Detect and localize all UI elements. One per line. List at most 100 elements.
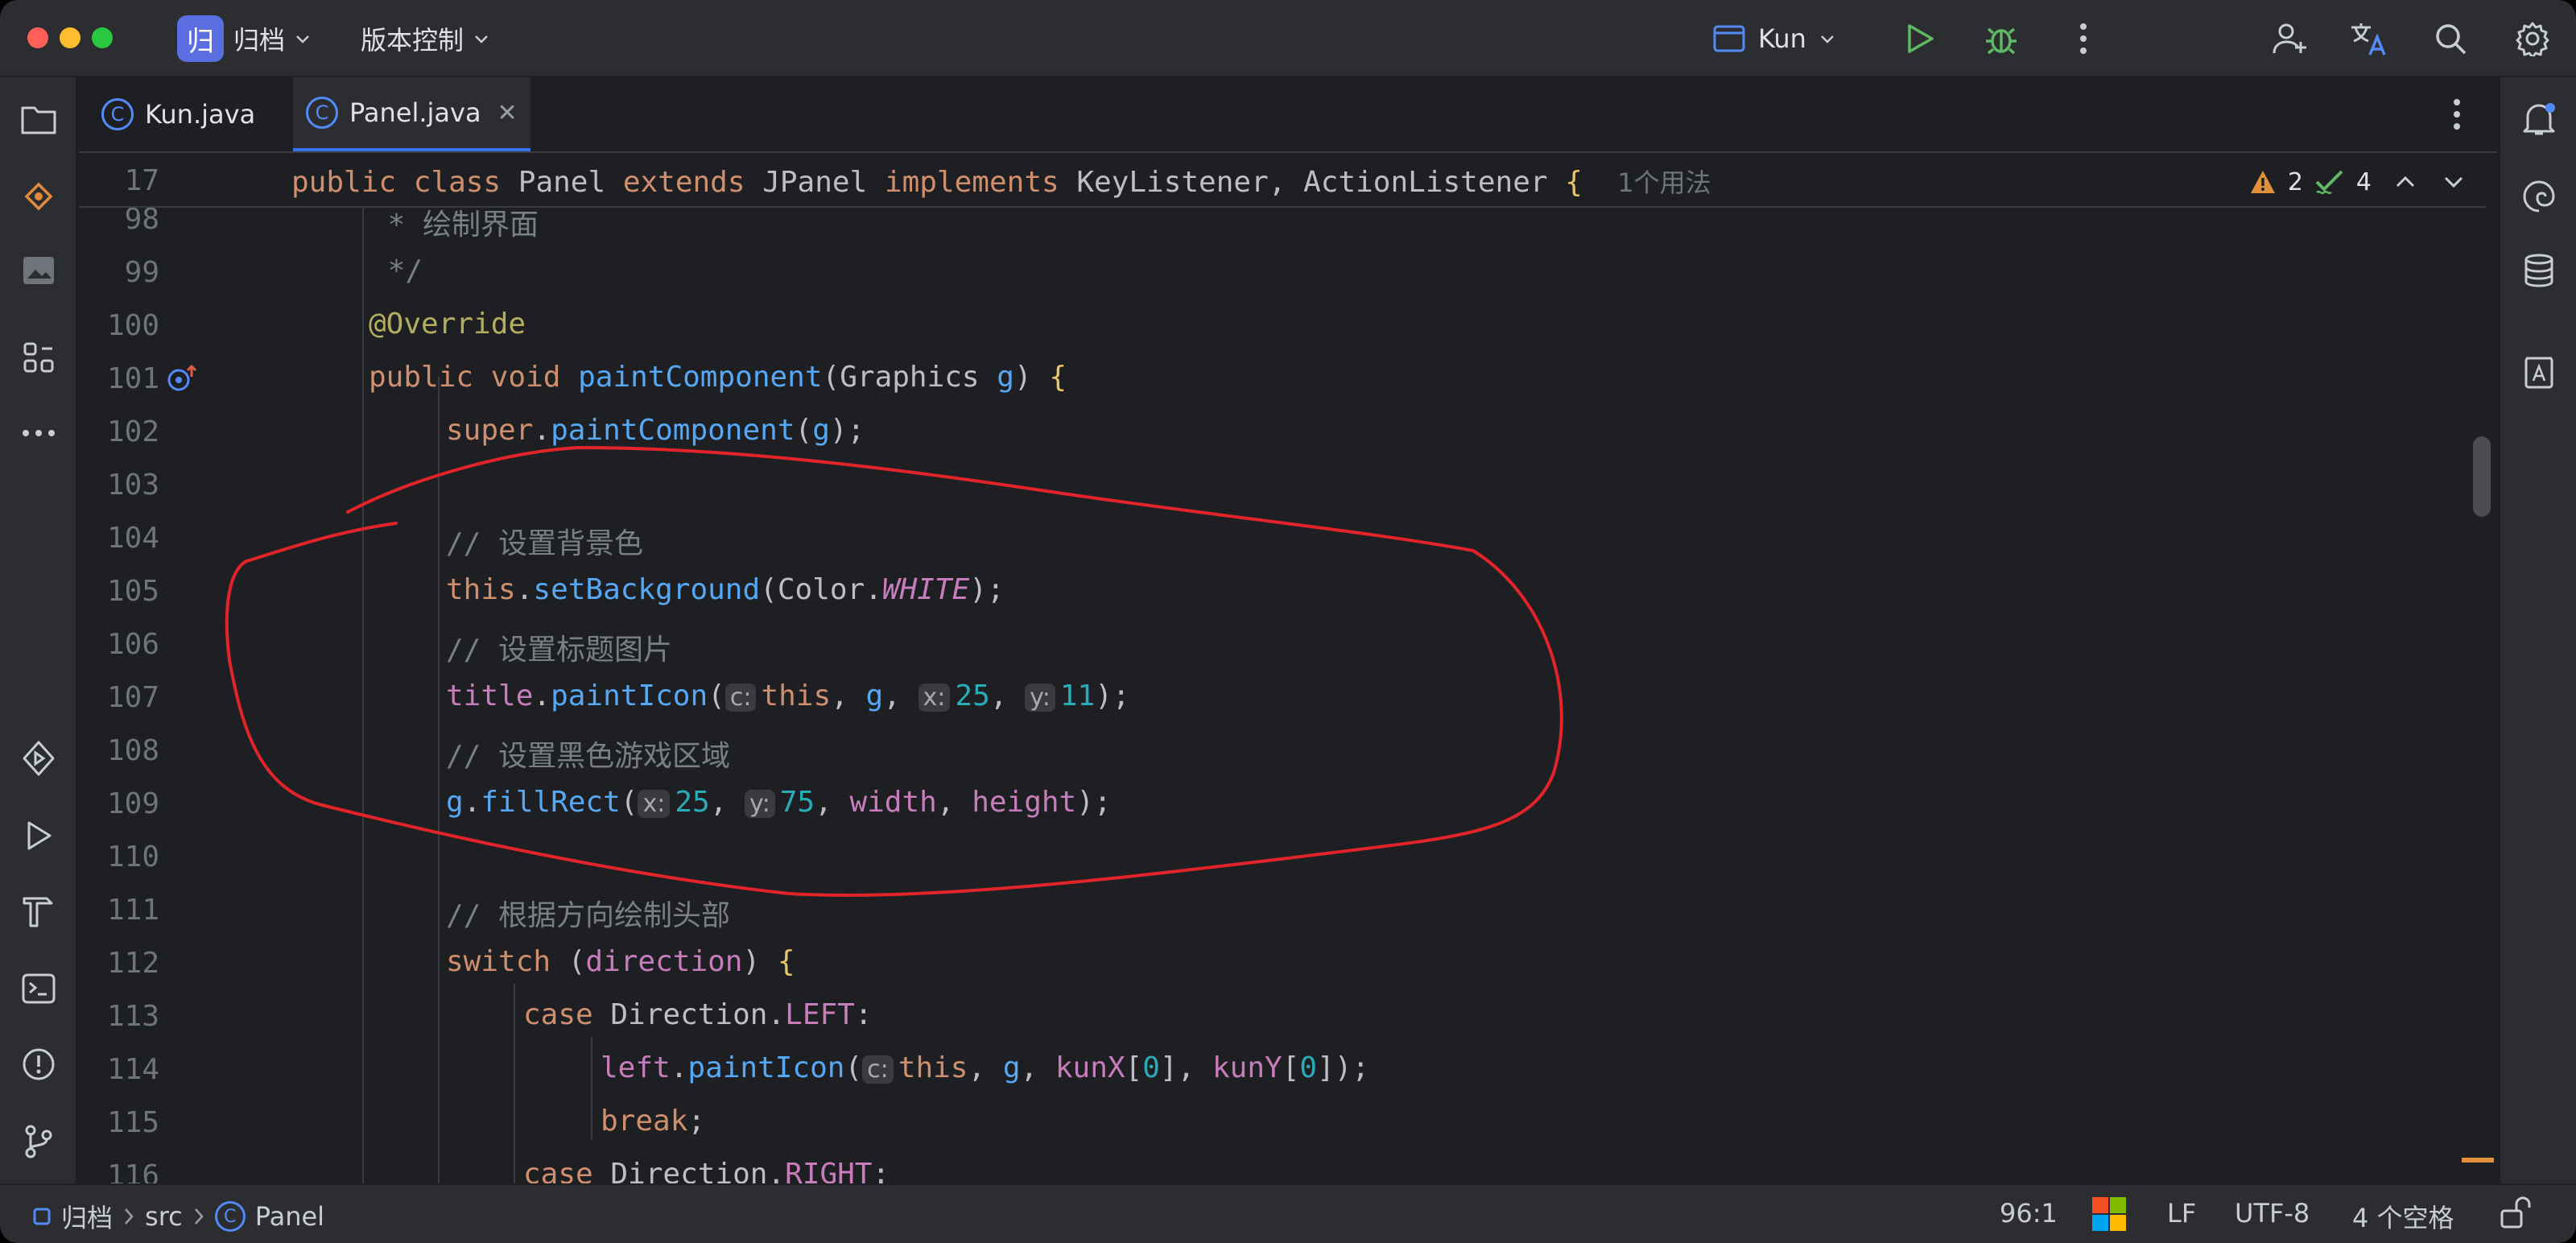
notifications-button[interactable]	[2518, 98, 2560, 140]
line-number: 101	[106, 362, 159, 395]
ide-window: 归 归档 版本控制 Kun C Kun.java C Panel.java ✕ …	[0, 0, 2576, 1243]
module-icon	[33, 1208, 51, 1225]
usage-hint[interactable]: 1个用法	[1617, 167, 1711, 198]
add-user-icon	[2273, 23, 2306, 54]
code-row: 104 // 设置背景色	[79, 510, 2486, 564]
chevron-up-icon[interactable]	[2394, 174, 2417, 190]
window-close-button[interactable]	[27, 27, 48, 48]
dictionary-tool-button[interactable]	[2518, 351, 2560, 393]
vcs-menu-label: 版本控制	[361, 25, 464, 56]
inspection-widget[interactable]: 2 4	[2249, 163, 2465, 201]
project-tool-button[interactable]	[18, 98, 60, 140]
param-hint: c:	[724, 683, 757, 712]
search-button[interactable]	[2429, 18, 2471, 60]
translate-icon	[2351, 23, 2386, 56]
run-config-label: Kun	[1758, 23, 1806, 54]
bug-icon	[1986, 27, 2017, 55]
image-tool-button[interactable]	[18, 250, 60, 291]
code-row: 102 super.paintComponent(g);	[79, 404, 2486, 457]
tab-panel-java[interactable]: C Panel.java ✕	[293, 77, 530, 151]
vertical-scrollbar[interactable]	[2473, 436, 2491, 517]
warning-icon	[2250, 171, 2275, 193]
code-editor[interactable]: 17 public class Panel extends JPanel imp…	[79, 155, 2497, 1183]
code-comment: // 设置黑色游戏区域	[446, 740, 731, 773]
window-minimize-button[interactable]	[60, 27, 80, 48]
project-menu[interactable]: 归 归档	[169, 15, 319, 62]
code-line-102: super.paintComponent(g);	[446, 414, 865, 447]
scrollbar-warning-marker[interactable]	[2462, 1158, 2494, 1162]
terminal-tool-button[interactable]	[18, 968, 60, 1010]
line-separator[interactable]: LF	[2167, 1198, 2196, 1229]
chevron-down-icon	[1821, 35, 1834, 43]
build-tool-button[interactable]	[18, 890, 60, 932]
code-line-101: public void paintComponent(Graphics g) {	[369, 361, 1067, 394]
line-number: 110	[106, 840, 159, 873]
run-tool-button[interactable]	[18, 815, 60, 857]
services-tool-button[interactable]	[18, 737, 60, 779]
unlock-icon	[2500, 1196, 2531, 1229]
code-comment: // 设置背景色	[446, 527, 644, 560]
vcs-menu[interactable]: 版本控制	[353, 16, 497, 61]
line-number: 106	[106, 628, 159, 661]
read-only-toggle[interactable]	[2499, 1195, 2533, 1230]
code-row: 109 g.fillRect(x: 25, y: 75, width, height…	[79, 776, 2486, 829]
commit-tool-button[interactable]	[18, 176, 60, 217]
tab-label: Kun.java	[145, 99, 256, 130]
code-line-109: g.fillRect(x: 25, y: 75, width, height);	[446, 786, 1112, 819]
ai-spiral-icon	[2523, 180, 2555, 213]
code-row: 107 title.paintIcon(c: this, g, x: 25, y: 1…	[79, 670, 2486, 723]
override-method-icon[interactable]	[166, 364, 200, 393]
indent-setting[interactable]: 4 个空格	[2352, 1198, 2454, 1235]
git-branch-icon	[25, 1125, 52, 1158]
services-icon	[23, 741, 55, 776]
run-button[interactable]	[1898, 18, 1940, 60]
windows-icon[interactable]	[2091, 1196, 2127, 1232]
sticky-scroll-header[interactable]: 17 public class Panel extends JPanel imp…	[79, 155, 2486, 208]
param-hint: y:	[1025, 683, 1055, 712]
breadcrumb-project[interactable]: 归档	[61, 1198, 113, 1235]
structure-tool-button[interactable]	[18, 337, 60, 378]
database-tool-button[interactable]	[2518, 250, 2560, 291]
ai-assistant-button[interactable]	[2518, 176, 2560, 217]
line-number: 102	[106, 415, 159, 448]
code-row: 100 @Override	[79, 298, 2486, 351]
editor-tab-bar: C Kun.java C Panel.java ✕	[79, 77, 2497, 153]
warning-count: 2	[2287, 167, 2303, 196]
close-icon[interactable]: ✕	[497, 99, 518, 127]
book-icon	[2524, 357, 2553, 389]
line-number: 105	[106, 575, 159, 608]
title-bar: 归 归档 版本控制 Kun	[0, 0, 2576, 77]
chevron-right-icon	[125, 1208, 134, 1224]
debug-button[interactable]	[1980, 18, 2022, 60]
code-annotation: @Override	[369, 308, 526, 341]
problems-tool-button[interactable]	[18, 1043, 60, 1085]
add-user-button[interactable]	[2268, 18, 2310, 60]
breadcrumb-class[interactable]: Panel	[255, 1201, 324, 1232]
code-line-115: break;	[601, 1105, 706, 1138]
line-number: 116	[106, 1159, 159, 1183]
file-encoding[interactable]: UTF-8	[2235, 1198, 2310, 1229]
more-tools-button[interactable]	[18, 412, 60, 454]
settings-button[interactable]	[2512, 18, 2553, 60]
chevron-down-icon[interactable]	[2442, 174, 2465, 190]
line-number: 115	[106, 1106, 159, 1139]
code-comment: */	[370, 254, 423, 287]
code-row: 105 this.setBackground(Color.WHITE);	[79, 564, 2486, 617]
code-line-113: case Direction.LEFT:	[523, 998, 873, 1031]
run-config-selector[interactable]: Kun	[1713, 16, 1835, 61]
right-tool-strip	[2499, 77, 2576, 1183]
window-maximize-button[interactable]	[92, 27, 113, 48]
more-actions-button[interactable]	[2062, 18, 2104, 60]
line-number: 17	[124, 164, 159, 197]
param-hint: x:	[638, 790, 671, 818]
tab-kun-java[interactable]: C Kun.java	[89, 77, 268, 151]
git-tool-button[interactable]	[18, 1121, 60, 1162]
breadcrumb-src[interactable]: src	[145, 1201, 183, 1232]
translate-button[interactable]	[2347, 18, 2389, 60]
caret-position[interactable]: 96:1	[2000, 1198, 2058, 1229]
code-line-114: left.paintIcon(c: this, g, kunX[0], kunY[…	[601, 1051, 1370, 1084]
terminal-icon	[22, 973, 56, 1004]
line-number: 103	[106, 469, 159, 502]
code-row: 103	[79, 457, 2486, 510]
tabs-menu-button[interactable]	[2436, 93, 2478, 135]
